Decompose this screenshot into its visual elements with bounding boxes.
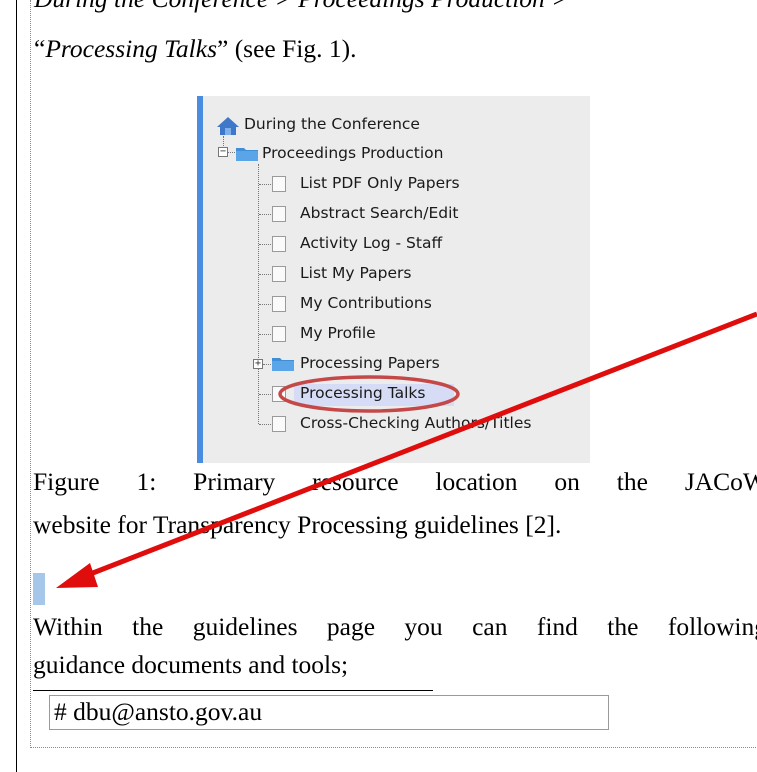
tree-line xyxy=(259,274,271,275)
paragraph-line-1: Within the guidelines page you can find … xyxy=(33,612,757,641)
expand-icon[interactable]: + xyxy=(253,359,263,369)
figure-caption-line-1: Figure 1: Primary resource location on t… xyxy=(33,467,757,496)
tree-line xyxy=(259,304,271,305)
intro-italic-link: Processing Talks xyxy=(45,34,217,63)
tree-item-list-pdf-only-papers[interactable]: List PDF Only Papers xyxy=(300,174,460,192)
page-icon xyxy=(272,266,286,282)
tree-line xyxy=(259,424,271,425)
collapse-icon[interactable]: − xyxy=(218,147,228,157)
page-icon xyxy=(272,206,286,222)
tree-line xyxy=(259,244,271,245)
paragraph-line-2: guidance documents and tools; xyxy=(33,650,349,679)
tree-vertical-guide xyxy=(258,164,259,424)
page-icon xyxy=(272,326,286,342)
page-icon xyxy=(272,386,286,402)
tree-item-abstract-search-edit[interactable]: Abstract Search/Edit xyxy=(300,204,458,222)
folder-icon xyxy=(236,148,258,161)
figure-caption-line-2: website for Transparency Processing guid… xyxy=(33,510,562,539)
tree-item-processing-talks[interactable]: Processing Talks xyxy=(300,384,425,402)
tree-line xyxy=(263,364,271,365)
page-icon xyxy=(272,236,286,252)
cut-heading-text: During the Conference > Proceedings Prod… xyxy=(34,0,568,14)
tree-line xyxy=(259,394,271,395)
tree-item-my-profile[interactable]: My Profile xyxy=(300,324,376,342)
tree-root-during-conference[interactable]: During the Conference xyxy=(244,115,420,133)
quote-open: “ xyxy=(34,34,46,63)
tree-line xyxy=(223,136,224,146)
tree-item-list-my-papers[interactable]: List My Papers xyxy=(300,264,411,282)
page-icon xyxy=(272,416,286,432)
page-icon xyxy=(272,296,286,312)
tree-line xyxy=(259,184,271,185)
tree-item-activity-log-staff[interactable]: Activity Log - Staff xyxy=(300,234,442,252)
page-icon xyxy=(272,176,286,192)
tree-item-cross-checking-authors-titles[interactable]: Cross-Checking Authors/Titles xyxy=(300,414,531,432)
tree-line xyxy=(259,334,271,335)
figure-accent-bar xyxy=(197,96,203,463)
figure-1-screenshot: During the Conference − Proceedings Prod… xyxy=(197,96,590,463)
tree-item-my-contributions[interactable]: My Contributions xyxy=(300,294,432,312)
selection-marker xyxy=(33,573,45,605)
tree-folder-proceedings-production[interactable]: Proceedings Production xyxy=(262,144,443,162)
tree-line xyxy=(259,214,271,215)
tree-folder-processing-papers[interactable]: Processing Papers xyxy=(300,354,440,372)
page-left-border xyxy=(16,0,17,772)
footnote-separator xyxy=(33,690,433,691)
intro-rest: ” (see Fig. 1). xyxy=(217,34,357,63)
footnote-email[interactable]: # dbu@ansto.gov.au xyxy=(49,695,609,730)
home-icon xyxy=(217,117,239,135)
intro-sentence: “Processing Talks” (see Fig. 1). xyxy=(34,34,357,64)
folder-icon xyxy=(272,358,294,371)
